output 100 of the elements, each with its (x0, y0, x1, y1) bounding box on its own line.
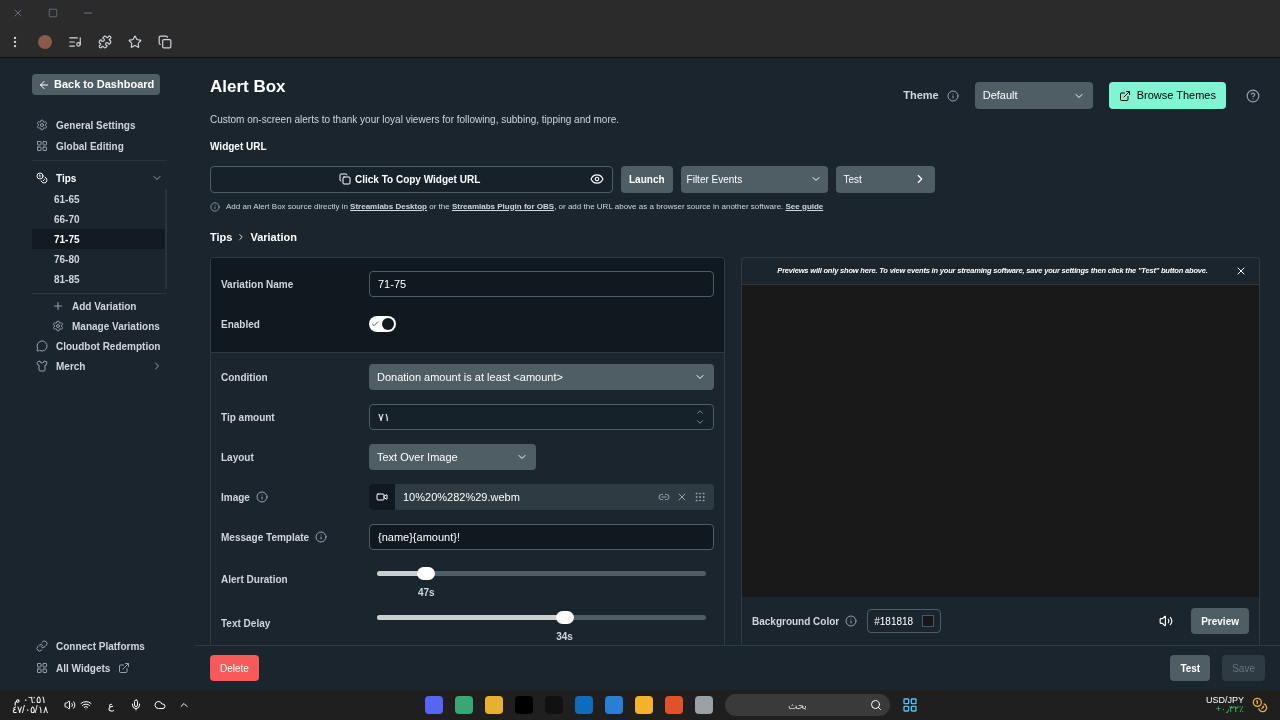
text-field[interactable]: 71-75 (369, 271, 714, 297)
grid-icon[interactable] (694, 491, 706, 503)
star-icon[interactable] (128, 34, 142, 49)
help-text: Add an Alert Box source directly in Streamlabs Desktop or the Streamlabs Plugin for OBS, or add the URL above as a browser source in another software. See guide (226, 200, 824, 213)
help-icon[interactable] (1246, 88, 1260, 103)
variation-item[interactable]: 76-80 (32, 249, 165, 269)
extensions-icon[interactable] (98, 34, 112, 49)
taskbar-app-icon[interactable] (604, 696, 623, 714)
select-dropdown[interactable]: Text Over Image (369, 444, 536, 470)
page-title: Alert Box (210, 76, 287, 98)
coins-icon (36, 172, 48, 184)
section-label: Widget URL (210, 139, 268, 154)
breadcrumb-item: Variation (250, 229, 297, 245)
field-label: Tip amount (221, 410, 275, 425)
slider-thumb[interactable] (555, 610, 574, 624)
info-icon (845, 615, 858, 627)
slider-thumb[interactable] (417, 566, 436, 580)
text-field[interactable]: {name}{amount}! (369, 524, 714, 550)
field-label: Alert Duration (221, 572, 288, 587)
taskbar-app-icon[interactable] (424, 696, 443, 714)
color-field[interactable]: #181818 (867, 609, 942, 633)
widget-url-field[interactable]: Click To Copy Widget URL (210, 165, 613, 193)
taskbar-app-icon[interactable] (484, 696, 503, 714)
theme-select[interactable]: Default (974, 82, 1093, 109)
volume-icon[interactable] (63, 699, 76, 711)
grid-icon (36, 140, 48, 152)
settings-icon (52, 320, 64, 332)
copy-icon (339, 173, 351, 185)
filter-select[interactable]: Filter Events (680, 165, 828, 193)
color-swatch[interactable] (922, 615, 935, 627)
search-icon (869, 699, 882, 711)
language-indicator[interactable]: ع (107, 697, 114, 713)
sidebar-item[interactable]: Connect Platforms (32, 636, 167, 656)
increment-icon[interactable] (695, 407, 705, 417)
settings-icon (36, 119, 48, 131)
sidebar-item[interactable]: Cloudbot Redemption (32, 336, 167, 356)
test-button[interactable]: Test (835, 165, 935, 193)
field-label: Background Color (752, 614, 840, 629)
cloud-icon[interactable] (153, 699, 166, 711)
avatar[interactable] (38, 34, 52, 49)
grid-icon (36, 662, 48, 674)
clock-time: ٠٦:٥١ م (14, 695, 46, 705)
sidebar-item[interactable]: Global Editing (32, 136, 167, 156)
variation-item[interactable]: 61-65 (32, 189, 165, 209)
sidebar-item[interactable]: Add Variation (48, 296, 167, 316)
volume-icon[interactable] (1159, 614, 1174, 628)
shirt-icon (36, 360, 48, 372)
network-icon[interactable] (79, 699, 92, 711)
link-icon[interactable] (658, 491, 670, 503)
variation-item[interactable]: 71-75 (32, 229, 165, 249)
link-icon (36, 640, 48, 652)
taskbar-app-icon[interactable] (454, 696, 473, 714)
preview-button[interactable]: Preview (1191, 608, 1249, 634)
breadcrumb-item[interactable]: Tips (210, 228, 233, 245)
slider-value: 47s (418, 585, 435, 600)
field-label: Image (221, 490, 250, 505)
launch-button[interactable]: Launch (621, 165, 673, 193)
video-icon (376, 491, 388, 503)
microphone-icon[interactable] (129, 699, 142, 711)
page-subtitle: Custom on-screen alerts to thank your loyal viewers for following, subbing, tipping and more. (210, 112, 620, 127)
taskbar-app-icon[interactable] (694, 696, 713, 714)
ticker-change: +٠٫٣٢٪ (1215, 705, 1244, 714)
toggle-switch[interactable] (369, 316, 396, 332)
number-field[interactable]: ٧١ (369, 404, 714, 430)
field-label: Condition (221, 370, 268, 385)
info-icon (210, 201, 220, 212)
plus-icon (52, 300, 64, 312)
variation-item[interactable]: 66-70 (32, 209, 165, 229)
ticker-name: USD/JPY (1206, 696, 1244, 705)
start-icon[interactable] (901, 697, 918, 713)
taskbar-search[interactable]: بحث (724, 694, 890, 716)
taskbar-app-icon[interactable] (664, 696, 683, 714)
help-link[interactable]: See guide (785, 201, 824, 211)
playlist-icon[interactable] (68, 34, 82, 49)
help-link[interactable]: Streamlabs Desktop (350, 201, 427, 211)
theme-label: Theme (903, 88, 939, 104)
close-icon[interactable] (1235, 265, 1247, 277)
eye-icon[interactable] (590, 172, 604, 186)
field-label: Layout (221, 450, 254, 465)
arrow-left-icon (38, 78, 50, 91)
variation-item[interactable]: 81-85 (32, 269, 165, 289)
decrement-icon[interactable] (695, 417, 705, 427)
select-dropdown[interactable]: Donation amount is at least <amount> (369, 364, 714, 390)
file-field[interactable]: 10%20%282%29.webm (369, 484, 714, 510)
back-button[interactable]: Back to Dashboard (32, 74, 161, 95)
sidebar-item[interactable]: All Widgets (32, 658, 167, 678)
field-label: Message Template (221, 530, 310, 545)
taskbar-app-icon[interactable] (634, 696, 653, 714)
sidebar-item[interactable]: Tips (32, 167, 167, 189)
field-label: Variation Name (221, 277, 294, 292)
test-button[interactable]: Test (1170, 655, 1211, 681)
field-label: Enabled (221, 317, 260, 332)
slider-value: 34s (556, 629, 573, 644)
chat-icon (36, 340, 48, 352)
field-label: Text Delay (221, 616, 271, 631)
sidebar-item[interactable]: Manage Variations (48, 316, 167, 336)
sidebar-item[interactable]: General Settings (32, 115, 167, 135)
coins-icon[interactable] (1252, 697, 1268, 713)
sidebar-item[interactable]: Merch (32, 356, 167, 376)
browse-themes-button[interactable]: Browse Themes (1108, 82, 1226, 109)
